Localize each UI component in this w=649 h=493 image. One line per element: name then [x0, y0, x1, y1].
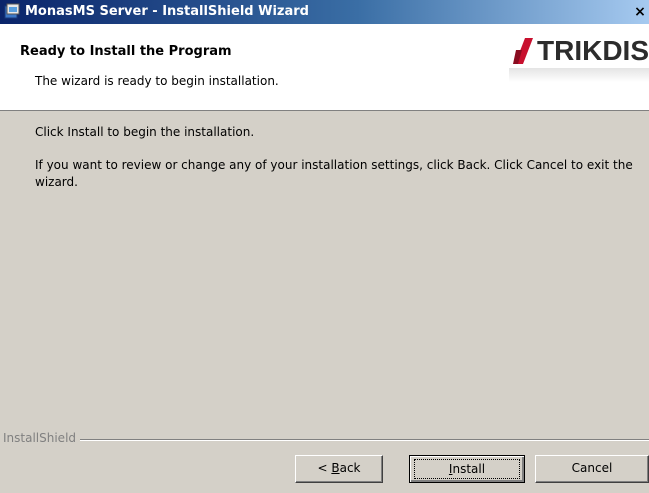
logo-text: TRIKDIS [537, 35, 649, 66]
page-subtitle: The wizard is ready to begin installatio… [35, 74, 279, 88]
header-panel: Ready to Install the Program The wizard … [0, 24, 649, 111]
review-settings-text: If you want to review or change any of y… [35, 158, 633, 189]
install-button[interactable]: Install [409, 455, 525, 483]
close-button[interactable]: × [631, 2, 649, 22]
back-button[interactable]: < Back [295, 455, 383, 483]
installshield-brand: InstallShield [3, 431, 81, 445]
title-bar: MonasMS Server - InstallShield Wizard × [0, 0, 649, 24]
page-title: Ready to Install the Program [20, 44, 232, 59]
window-title: MonasMS Server - InstallShield Wizard [25, 4, 309, 19]
cancel-button[interactable]: Cancel [535, 455, 649, 483]
logo-mark-icon [513, 38, 533, 64]
logo-reflection [509, 68, 649, 82]
back-mnemonic: B [331, 461, 340, 475]
footer-divider [3, 439, 649, 441]
back-label-rest: ack [339, 461, 361, 475]
trikdis-logo: TRIKDIS [513, 34, 649, 68]
install-label-rest: nstall [452, 462, 486, 476]
instruction-text: Click Install to begin the installation. [35, 125, 255, 139]
back-prefix: < [317, 461, 332, 475]
installer-icon [4, 3, 20, 19]
install-focus-ring: Install [414, 459, 520, 479]
